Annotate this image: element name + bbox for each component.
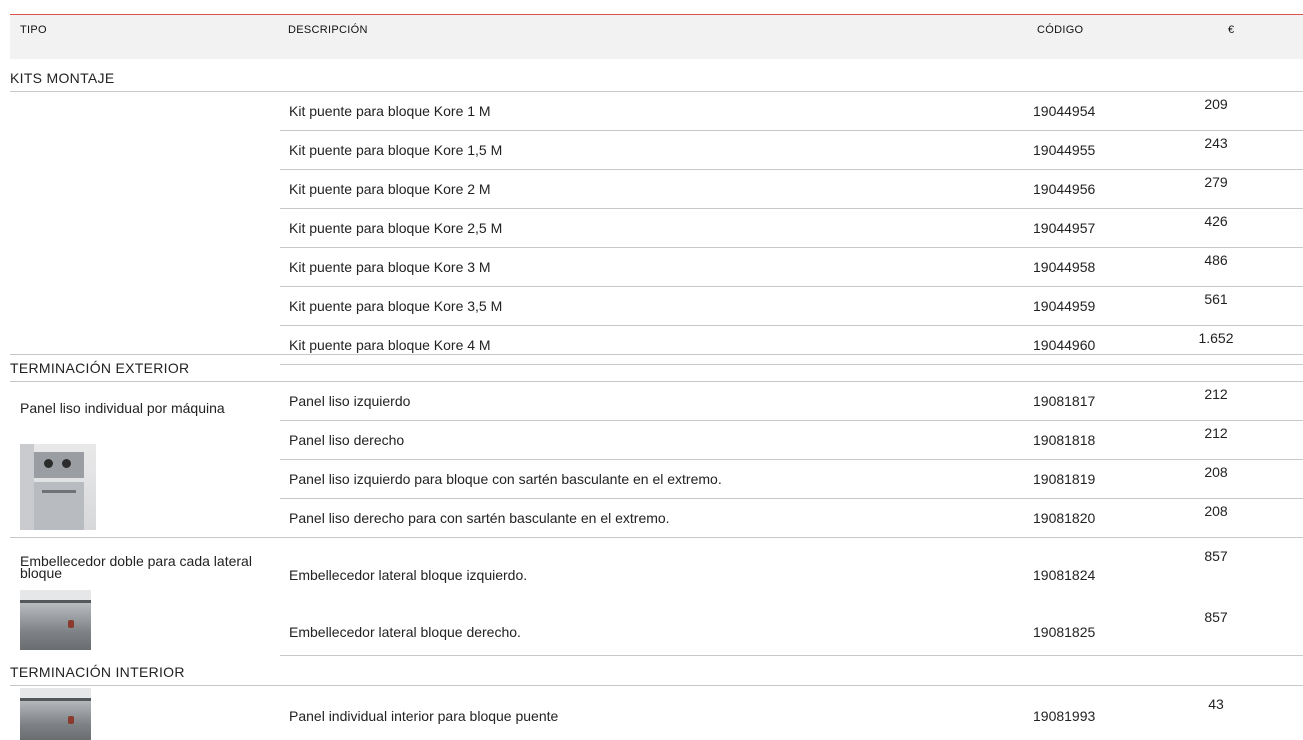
row-description: Kit puente para bloque Kore 1,5 M (289, 142, 503, 158)
row-price: 426 (1204, 213, 1228, 229)
row-description: Panel liso izquierdo (289, 393, 411, 409)
row-code: 19081993 (1033, 708, 1096, 724)
row-description: Kit puente para bloque Kore 3 M (289, 259, 491, 275)
row-price: 857 (1204, 609, 1228, 625)
row-code: 19044954 (1033, 103, 1096, 119)
row-description: Panel liso derecho (289, 432, 405, 448)
row-price: 212 (1204, 425, 1228, 441)
row-description: Embellecedor lateral bloque derecho. (289, 624, 521, 640)
row-price: 209 (1204, 96, 1228, 112)
table-row: Panel liso derecho 19081818 212 (280, 421, 1303, 460)
row-price: 243 (1204, 135, 1228, 151)
row-description: Panel individual interior para bloque pu… (289, 708, 559, 724)
table-header: TIPO DESCRIPCIÓN CÓDIGO € (10, 15, 1303, 59)
row-price: 1.652 (1198, 330, 1234, 346)
group-label-embellecedor: Embellecedor doble para cada lateral blo… (20, 553, 252, 581)
row-code: 19081819 (1033, 471, 1096, 487)
row-price: 212 (1204, 386, 1228, 402)
table-row: Kit puente para bloque Kore 3,5 M 190449… (280, 287, 1303, 326)
table-row: Kit puente para bloque Kore 1,5 M 190449… (280, 131, 1303, 170)
row-description: Kit puente para bloque Kore 2,5 M (289, 220, 503, 236)
row-code: 19044960 (1033, 337, 1096, 353)
row-price: 486 (1204, 252, 1228, 268)
row-description: Kit puente para bloque Kore 2 M (289, 181, 491, 197)
row-code: 19081825 (1033, 624, 1096, 640)
section-title: TERMINACIÓN EXTERIOR (10, 360, 190, 376)
header-tipo: TIPO (20, 24, 47, 36)
row-description: Embellecedor lateral bloque izquierdo. (289, 567, 528, 583)
table-row: Panel liso derecho para con sartén bascu… (280, 499, 1303, 538)
row-price: 561 (1204, 291, 1228, 307)
row-code: 19044955 (1033, 142, 1096, 158)
table-row: Panel liso izquierdo 19081817 212 (280, 382, 1303, 421)
row-price: 208 (1204, 464, 1228, 480)
interior-panel-thumbnail (20, 688, 91, 740)
row-price: 857 (1204, 548, 1228, 564)
section-terminacion-interior: TERMINACIÓN INTERIOR (10, 661, 1303, 686)
group-label-panel-liso: Panel liso individual por máquina (20, 400, 225, 416)
header-descripcion: DESCRIPCIÓN (288, 24, 368, 36)
row-code: 19081818 (1033, 432, 1096, 448)
header-precio: € (1228, 24, 1235, 36)
header-codigo: CÓDIGO (1037, 24, 1084, 36)
oven-thumbnail (20, 444, 96, 530)
table-row: Kit puente para bloque Kore 1 M 19044954… (280, 92, 1303, 131)
row-code: 19081820 (1033, 510, 1096, 526)
steel-trim-thumbnail (20, 590, 91, 650)
section-title: KITS MONTAJE (10, 70, 115, 86)
row-price: 279 (1204, 174, 1228, 190)
section-title: TERMINACIÓN INTERIOR (10, 664, 185, 680)
table-row: Embellecedor lateral bloque derecho. 190… (280, 597, 1303, 656)
row-code: 19081817 (1033, 393, 1096, 409)
row-price: 43 (1208, 696, 1224, 712)
row-description: Kit puente para bloque Kore 4 M (289, 337, 491, 353)
row-code: 19044956 (1033, 181, 1096, 197)
table-row: Kit puente para bloque Kore 3 M 19044958… (280, 248, 1303, 287)
table-row: Kit puente para bloque Kore 2 M 19044956… (280, 170, 1303, 209)
row-description: Panel liso izquierdo para bloque con sar… (289, 471, 722, 487)
table-row: Embellecedor lateral bloque izquierdo. 1… (280, 538, 1303, 596)
row-price: 208 (1204, 503, 1228, 519)
row-code: 19044958 (1033, 259, 1096, 275)
row-description: Panel liso derecho para con sartén bascu… (289, 510, 670, 526)
row-description: Kit puente para bloque Kore 3,5 M (289, 298, 503, 314)
table-row: Panel liso izquierdo para bloque con sar… (280, 460, 1303, 499)
row-code: 19044957 (1033, 220, 1096, 236)
row-code: 19081824 (1033, 567, 1096, 583)
section-kits-montaje: KITS MONTAJE (10, 67, 1303, 92)
row-code: 19044959 (1033, 298, 1096, 314)
section-terminacion-exterior: TERMINACIÓN EXTERIOR (10, 357, 1303, 382)
divider (10, 354, 1303, 355)
table-row: Kit puente para bloque Kore 2,5 M 190449… (280, 209, 1303, 248)
table-row: Panel individual interior para bloque pu… (280, 688, 1303, 740)
row-description: Kit puente para bloque Kore 1 M (289, 103, 491, 119)
